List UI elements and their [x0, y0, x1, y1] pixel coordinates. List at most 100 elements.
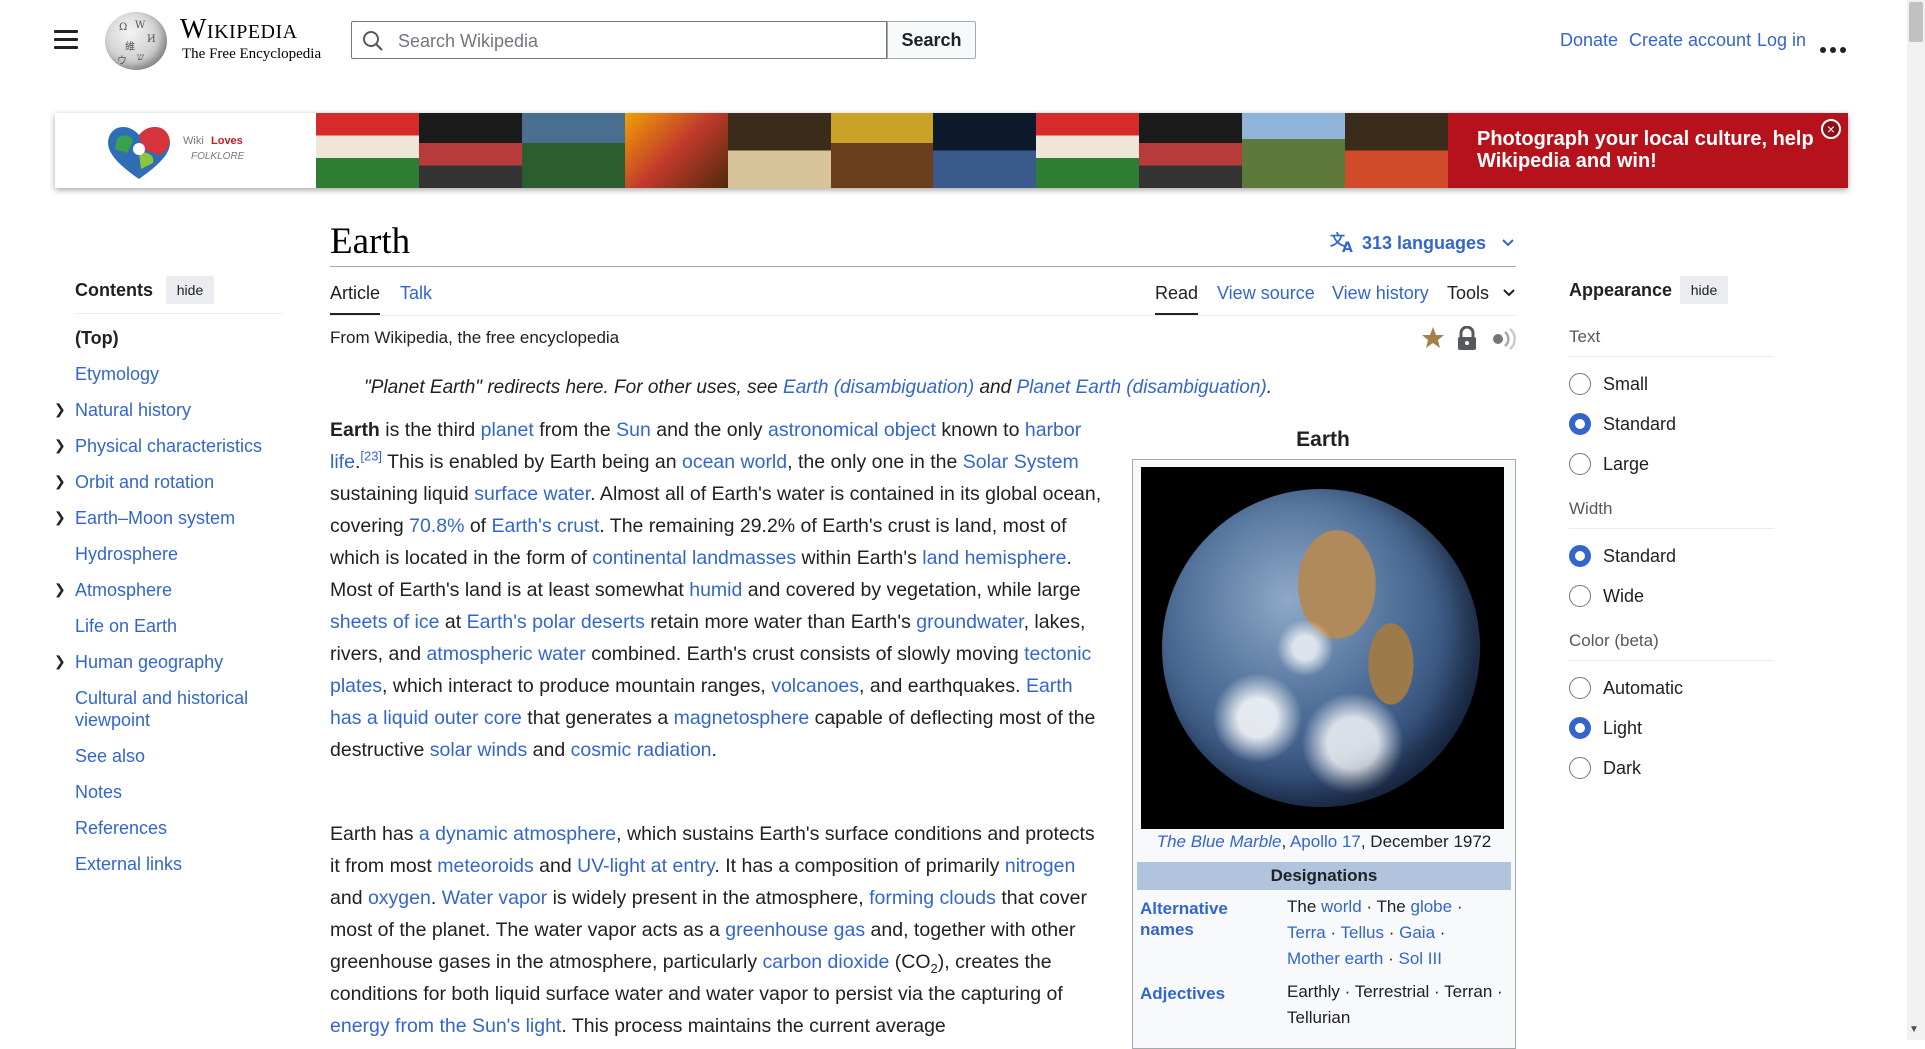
- hatnote-link-earth-disambiguation[interactable]: Earth (disambiguation): [783, 377, 974, 398]
- link-70-8[interactable]: 70.8%: [409, 515, 464, 537]
- link-sheets-of-ice[interactable]: sheets of ice: [330, 611, 439, 633]
- tab-talk[interactable]: Talk: [400, 283, 432, 304]
- toc-item-earth-moon-system[interactable]: Earth–Moon system: [75, 507, 275, 529]
- link-nitrogen[interactable]: nitrogen: [1005, 855, 1075, 877]
- link-land-hemisphere[interactable]: land hemisphere: [922, 547, 1066, 569]
- toc-item-atmosphere[interactable]: Atmosphere: [75, 579, 275, 601]
- appearance-hide-button[interactable]: hide: [1680, 276, 1728, 304]
- scroll-down-arrow-icon[interactable]: ▼: [1909, 1024, 1919, 1035]
- protection-lock-icon[interactable]: [1456, 325, 1478, 357]
- link-tellus[interactable]: Tellus: [1341, 923, 1384, 942]
- color-automatic-radio[interactable]: [1569, 677, 1591, 699]
- link-gaia[interactable]: Gaia: [1399, 923, 1435, 942]
- toc-item-physical-characteristics[interactable]: Physical characteristics: [75, 435, 275, 457]
- link-sol-iii[interactable]: Sol III: [1399, 949, 1442, 968]
- color-dark-label[interactable]: Dark: [1603, 758, 1641, 779]
- search-button[interactable]: Search: [887, 21, 976, 59]
- text-size-standard-radio[interactable]: [1569, 413, 1591, 435]
- toc-expand-natural-history-icon[interactable]: ❯: [54, 401, 66, 418]
- main-menu-button[interactable]: [54, 30, 78, 50]
- toc-expand-human-geography-icon[interactable]: ❯: [54, 653, 66, 670]
- tab-read[interactable]: Read: [1155, 283, 1199, 316]
- wordmark[interactable]: Wikipedia: [180, 14, 298, 46]
- toc-expand-earth-moon-icon[interactable]: ❯: [54, 509, 66, 526]
- caption-link-blue-marble[interactable]: The Blue Marble: [1157, 832, 1282, 851]
- link-planet[interactable]: planet: [481, 419, 534, 441]
- toc-item-cultural-viewpoint[interactable]: Cultural and historical viewpoint: [75, 687, 275, 731]
- banner-close-icon[interactable]: ×: [1821, 119, 1841, 139]
- toc-expand-atmosphere-icon[interactable]: ❯: [54, 581, 66, 598]
- search-input[interactable]: [396, 28, 880, 54]
- color-dark-radio[interactable]: [1569, 757, 1591, 779]
- link-atmospheric-water[interactable]: atmospheric water: [426, 643, 585, 665]
- link-forming-clouds[interactable]: forming clouds: [869, 887, 996, 909]
- tools-menu[interactable]: Tools: [1447, 283, 1516, 304]
- link-energy-from-sun[interactable]: energy from the Sun's light: [330, 1015, 561, 1037]
- text-size-large-label[interactable]: Large: [1603, 454, 1649, 475]
- width-wide-radio[interactable]: [1569, 585, 1591, 607]
- toc-expand-orbit-icon[interactable]: ❯: [54, 473, 66, 490]
- color-light-radio[interactable]: [1569, 717, 1591, 739]
- wikipedia-globe-logo[interactable]: ΩW И維 ウש: [105, 12, 167, 70]
- link-surface-water[interactable]: surface water: [474, 483, 590, 505]
- toc-hide-button[interactable]: hide: [166, 276, 214, 304]
- text-size-small-label[interactable]: Small: [1603, 374, 1648, 395]
- infobox-label-adjectives[interactable]: Adjectives: [1140, 983, 1225, 1004]
- tab-view-history[interactable]: View history: [1332, 283, 1429, 304]
- caption-link-apollo-17[interactable]: Apollo 17: [1290, 832, 1361, 851]
- link-volcanoes[interactable]: volcanoes: [771, 675, 859, 697]
- search-box[interactable]: [351, 21, 887, 59]
- citation-23[interactable]: [23]: [360, 449, 382, 464]
- link-globe[interactable]: globe: [1410, 897, 1452, 916]
- scrollbar-thumb[interactable]: [1909, 2, 1923, 42]
- featured-star-icon[interactable]: [1420, 325, 1446, 356]
- toc-expand-physical-characteristics-icon[interactable]: ❯: [54, 437, 66, 454]
- link-meteoroids[interactable]: meteoroids: [437, 855, 533, 877]
- banner-promo[interactable]: Photograph your local culture, help Wiki…: [1448, 113, 1848, 188]
- link-solar-winds[interactable]: solar winds: [430, 739, 528, 761]
- link-magnetosphere[interactable]: magnetosphere: [674, 707, 810, 729]
- more-options-icon[interactable]: [1820, 40, 1850, 58]
- link-cosmic-radiation[interactable]: cosmic radiation: [571, 739, 712, 761]
- toc-item-external-links[interactable]: External links: [75, 853, 275, 875]
- link-ocean-world[interactable]: ocean world: [682, 451, 787, 473]
- toc-item-top[interactable]: (Top): [75, 327, 275, 349]
- link-polar-deserts[interactable]: Earth's polar deserts: [467, 611, 645, 633]
- hatnote-link-planet-earth-disambiguation[interactable]: Planet Earth (disambiguation): [1016, 377, 1266, 398]
- toc-item-see-also[interactable]: See also: [75, 745, 275, 767]
- link-greenhouse-gas[interactable]: greenhouse gas: [725, 919, 865, 941]
- link-water-vapor[interactable]: Water vapor: [442, 887, 547, 909]
- link-oxygen[interactable]: oxygen: [368, 887, 431, 909]
- width-standard-radio[interactable]: [1569, 545, 1591, 567]
- link-world[interactable]: world: [1321, 897, 1362, 916]
- page-scrollbar[interactable]: [1907, 0, 1925, 1040]
- donate-link[interactable]: Donate: [1560, 30, 1618, 51]
- infobox-label-alternative-names[interactable]: Alternative names: [1140, 898, 1280, 940]
- toc-item-orbit-and-rotation[interactable]: Orbit and rotation: [75, 471, 275, 493]
- link-terra[interactable]: Terra: [1287, 923, 1326, 942]
- link-astronomical-object[interactable]: astronomical object: [768, 419, 936, 441]
- link-humid[interactable]: humid: [689, 579, 742, 601]
- color-light-label[interactable]: Light: [1603, 718, 1642, 739]
- width-wide-label[interactable]: Wide: [1603, 586, 1644, 607]
- link-carbon-dioxide[interactable]: carbon dioxide: [763, 951, 890, 973]
- toc-item-hydrosphere[interactable]: Hydrosphere: [75, 543, 275, 565]
- toc-item-etymology[interactable]: Etymology: [75, 363, 275, 385]
- link-groundwater[interactable]: groundwater: [916, 611, 1023, 633]
- create-account-link[interactable]: Create account: [1629, 30, 1751, 51]
- link-solar-system[interactable]: Solar System: [963, 451, 1079, 473]
- tab-view-source[interactable]: View source: [1217, 283, 1315, 304]
- color-automatic-label[interactable]: Automatic: [1603, 678, 1683, 699]
- link-uv-light[interactable]: UV-light at entry: [577, 855, 714, 877]
- spoken-audio-icon[interactable]: [1490, 327, 1518, 356]
- text-size-large-radio[interactable]: [1569, 453, 1591, 475]
- toc-item-notes[interactable]: Notes: [75, 781, 275, 803]
- link-mother-earth[interactable]: Mother earth: [1287, 949, 1383, 968]
- campaign-banner[interactable]: Wiki Loves FOLKLORE Photograph your loca…: [55, 113, 1848, 188]
- text-size-standard-label[interactable]: Standard: [1603, 414, 1676, 435]
- toc-item-natural-history[interactable]: Natural history: [75, 399, 275, 421]
- toc-item-human-geography[interactable]: Human geography: [75, 651, 275, 673]
- link-earths-crust[interactable]: Earth's crust: [492, 515, 600, 537]
- language-button[interactable]: 文 A 313 languages: [1330, 231, 1515, 256]
- text-size-small-radio[interactable]: [1569, 373, 1591, 395]
